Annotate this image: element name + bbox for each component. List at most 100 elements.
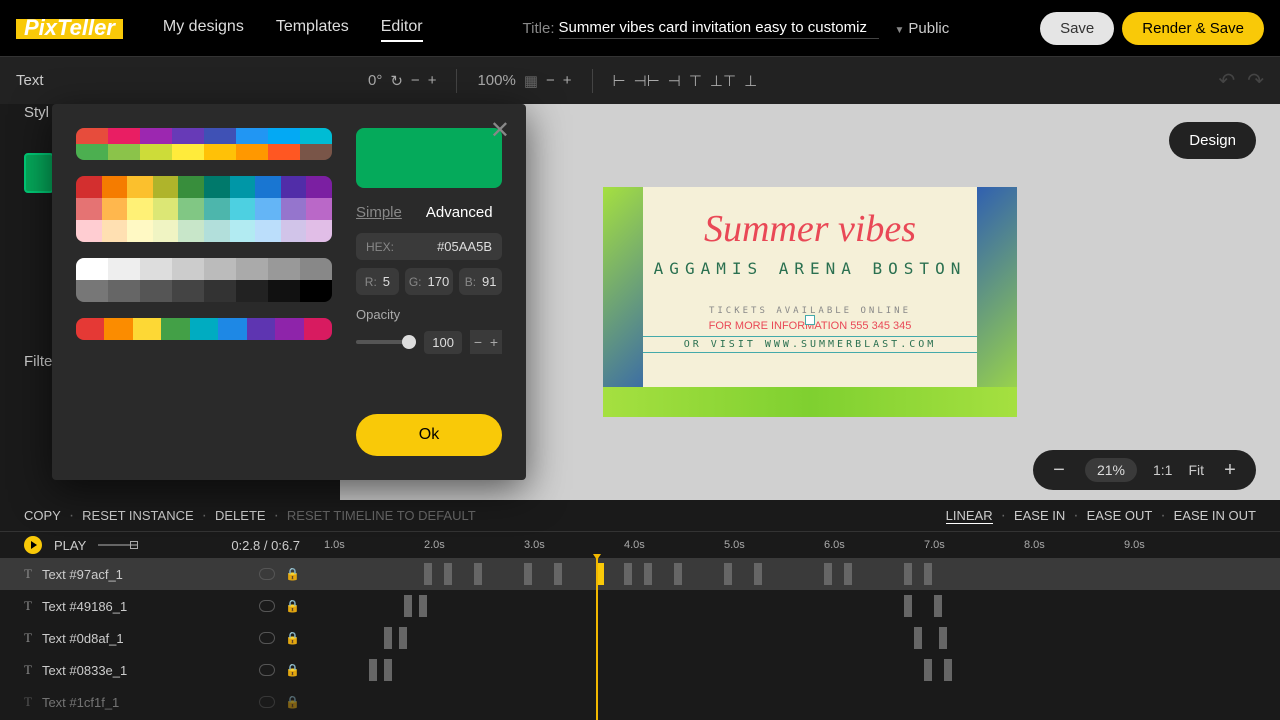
visibility-toggle-icon[interactable]: [259, 568, 275, 580]
tab-advanced[interactable]: Advanced: [426, 204, 493, 221]
transparency-icon[interactable]: ▦: [524, 72, 538, 90]
lock-icon[interactable]: 🔒: [285, 599, 300, 613]
zoom-plus[interactable]: +: [563, 72, 572, 89]
timeline-layer-row[interactable]: TText #49186_1🔒: [0, 590, 1280, 622]
zoom-actual-button[interactable]: 1:1: [1153, 462, 1172, 478]
design-mode-badge[interactable]: Design: [1169, 122, 1256, 159]
align-top-icon[interactable]: ⊤: [689, 72, 702, 90]
timeline-layer-row[interactable]: TText #0d8af_1🔒: [0, 622, 1280, 654]
selection-handle[interactable]: [805, 315, 815, 325]
palette-material[interactable]: [76, 176, 332, 242]
title-input[interactable]: [559, 17, 879, 39]
render-save-button[interactable]: Render & Save: [1122, 12, 1264, 45]
sidebar-text-tab[interactable]: Text: [16, 72, 44, 89]
g-input[interactable]: G:170: [405, 268, 453, 295]
lock-icon[interactable]: 🔒: [285, 663, 300, 677]
rotation-plus[interactable]: +: [428, 72, 437, 89]
time-display: 0:2.8 / 0:6.7: [231, 538, 300, 553]
tab-simple[interactable]: Simple: [356, 204, 402, 221]
nav-my-designs[interactable]: My designs: [163, 14, 244, 42]
delete-action[interactable]: DELETE: [215, 508, 266, 523]
zoom-minus[interactable]: −: [546, 72, 555, 89]
lock-icon[interactable]: 🔒: [285, 567, 300, 581]
rotation-minus[interactable]: −: [411, 72, 420, 89]
app-header: PixTeller My designs Templates Editor Ti…: [0, 0, 1280, 56]
logo[interactable]: PixTeller: [16, 11, 123, 45]
save-button[interactable]: Save: [1040, 12, 1114, 45]
rotation-group: 0° ↻ − +: [368, 72, 436, 90]
palette-bright[interactable]: [76, 128, 332, 160]
r-input[interactable]: R:5: [356, 268, 399, 295]
timeline-layer-row[interactable]: TText #1cf1f_1🔒: [0, 686, 1280, 718]
title-label: Title:: [523, 20, 555, 37]
align-bottom-icon[interactable]: ⊥: [744, 72, 757, 90]
copy-action[interactable]: COPY: [24, 508, 61, 523]
sidebar: Styl Filte: [24, 104, 54, 370]
color-picker-modal: ✕ Simple Advanced: [52, 104, 526, 480]
ok-button[interactable]: Ok: [356, 414, 502, 456]
rotation-value: 0°: [368, 72, 382, 89]
playhead[interactable]: [596, 558, 598, 720]
speed-slider[interactable]: [98, 544, 138, 546]
nav-editor[interactable]: Editor: [381, 14, 423, 42]
align-right-icon[interactable]: ⊣: [668, 72, 681, 90]
style-color-swatch[interactable]: [24, 153, 54, 193]
hex-input[interactable]: HEX: #05AA5B: [356, 233, 502, 260]
timeline-layer-row[interactable]: TText #97acf_1🔒: [0, 558, 1280, 590]
visibility-toggle-icon[interactable]: [259, 632, 275, 644]
main-nav: My designs Templates Editor: [163, 14, 423, 42]
zoom-percentage[interactable]: 21%: [1085, 458, 1137, 482]
reset-timeline-action[interactable]: RESET TIMELINE TO DEFAULT: [287, 508, 476, 523]
visibility-toggle-icon[interactable]: [259, 664, 275, 676]
lock-icon[interactable]: 🔒: [285, 631, 300, 645]
design-card[interactable]: Summer vibes Aggamis Arena Boston Ticket…: [603, 187, 1017, 417]
zoom-in-button[interactable]: +: [1220, 459, 1240, 482]
opacity-plus[interactable]: +: [486, 330, 502, 354]
timeline-actions-bar: COPY · RESET INSTANCE · DELETE · RESET T…: [0, 500, 1280, 532]
close-icon[interactable]: ✕: [490, 116, 510, 145]
play-button[interactable]: [24, 536, 42, 554]
palette-rainbow[interactable]: [76, 318, 332, 340]
easing-linear[interactable]: LINEAR: [946, 508, 993, 524]
zoom-fit-button[interactable]: Fit: [1188, 462, 1204, 478]
align-middle-icon[interactable]: ⊥⊤: [710, 72, 736, 90]
palette-gray[interactable]: [76, 258, 332, 302]
align-center-icon[interactable]: ⊣⊢: [634, 72, 660, 90]
timeline-layer-row[interactable]: TText #0833e_1🔒: [0, 654, 1280, 686]
easing-ease-out[interactable]: EASE OUT: [1087, 508, 1153, 523]
opacity-slider[interactable]: [356, 340, 416, 344]
visibility-select[interactable]: Public: [895, 20, 950, 37]
text-layer-icon: T: [24, 662, 32, 678]
color-preview: [356, 128, 502, 188]
visibility-toggle-icon[interactable]: [259, 600, 275, 612]
rotate-icon[interactable]: ↻: [390, 72, 403, 90]
easing-ease-in[interactable]: EASE IN: [1014, 508, 1065, 523]
align-group: ⊢ ⊣⊢ ⊣ ⊤ ⊥⊤ ⊥: [613, 72, 758, 90]
text-layer-icon: T: [24, 630, 32, 646]
easing-ease-in-out[interactable]: EASE IN OUT: [1174, 508, 1256, 523]
title-area: Title: Public: [523, 17, 1025, 39]
b-input[interactable]: B:91: [459, 268, 502, 295]
align-left-icon[interactable]: ⊢: [613, 72, 626, 90]
time-ruler[interactable]: 1.0s 2.0s 3.0s 4.0s 5.0s 6.0s 7.0s 8.0s …: [324, 539, 1280, 551]
editor-toolbar: Text 0° ↻ − + 100% ▦ − + ⊢ ⊣⊢ ⊣ ⊤ ⊥⊤ ⊥ ↶…: [0, 56, 1280, 104]
lock-icon[interactable]: 🔒: [285, 695, 300, 709]
opacity-minus[interactable]: −: [470, 330, 486, 354]
sidebar-filter-tab[interactable]: Filte: [24, 353, 54, 370]
card-title-text[interactable]: Summer vibes: [603, 207, 1017, 251]
undo-icon[interactable]: ↶: [1218, 68, 1235, 93]
timeline-header: PLAY 0:2.8 / 0:6.7 1.0s 2.0s 3.0s 4.0s 5…: [0, 532, 1280, 558]
selected-text-element[interactable]: or visit www.summerblast.com: [635, 336, 985, 353]
color-controls: Simple Advanced HEX: #05AA5B R:5 G:170 B…: [356, 128, 502, 456]
zoom-value: 100%: [477, 72, 515, 89]
zoom-out-button[interactable]: −: [1049, 459, 1069, 482]
color-palettes: [76, 128, 332, 456]
visibility-toggle-icon[interactable]: [259, 696, 275, 708]
text-layer-icon: T: [24, 598, 32, 614]
sidebar-style-tab[interactable]: Styl: [24, 104, 54, 121]
card-venue-text[interactable]: Aggamis Arena Boston: [603, 259, 1017, 278]
redo-icon[interactable]: ↷: [1247, 68, 1264, 93]
reset-instance-action[interactable]: RESET INSTANCE: [82, 508, 193, 523]
opacity-value[interactable]: 100: [424, 331, 462, 354]
nav-templates[interactable]: Templates: [276, 14, 349, 42]
